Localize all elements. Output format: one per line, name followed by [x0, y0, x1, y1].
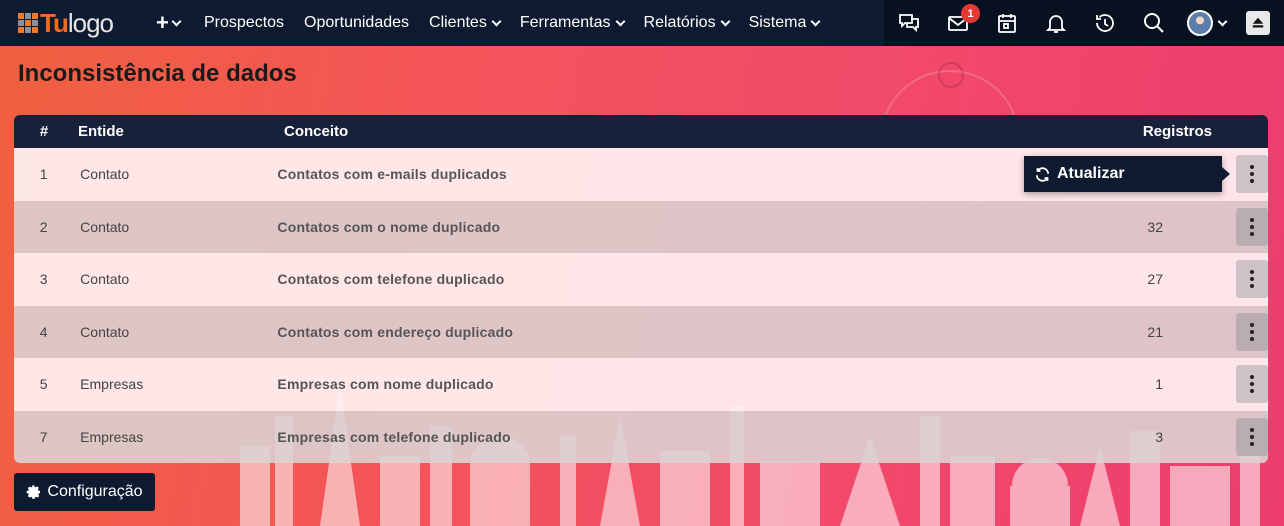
row-actions-button[interactable]: [1236, 260, 1268, 299]
logo-text-logo: logo: [67, 7, 114, 38]
row-number: 2: [39, 218, 48, 235]
logo-mark-icon: [18, 13, 38, 33]
chevron-down-icon: [810, 16, 821, 26]
mail-button[interactable]: 1: [933, 0, 982, 46]
refresh-label: Atualizar: [1057, 165, 1125, 182]
row-entity: Empresas: [80, 376, 144, 393]
mail-badge: 1: [961, 4, 980, 23]
plus-icon: +: [156, 10, 169, 35]
nav-item-clientes[interactable]: Clientes: [429, 14, 502, 32]
row-concept: Contatos com telefone duplicado: [277, 271, 505, 288]
row-number: 1: [39, 166, 48, 183]
row-actions-button[interactable]: [1236, 312, 1268, 351]
nav-item-label: Ferramentas: [519, 14, 611, 31]
row-concept: Empresas com telefone duplicado: [277, 428, 511, 445]
column-header-concept: Conceito: [284, 123, 349, 140]
chevron-down-icon: [720, 16, 731, 26]
row-actions-button[interactable]: [1236, 207, 1268, 246]
user-menu-button[interactable]: [1178, 0, 1234, 46]
nav-item-prospectos[interactable]: Prospectos: [204, 14, 284, 32]
page-title: Inconsistência de dados: [18, 60, 297, 87]
table-row: 5 Empresas Empresas com nome duplicado 1: [14, 358, 1268, 411]
row-number: 3: [39, 271, 48, 288]
kebab-icon: [1250, 375, 1254, 380]
nav-item-label: Prospectos: [204, 14, 285, 31]
nav-item-ferramentas[interactable]: Ferramentas: [519, 14, 625, 32]
table-row: 4 Contato Contatos com endereço duplicad…: [14, 305, 1268, 358]
table-row: 3 Contato Contatos com telefone duplicad…: [14, 253, 1268, 306]
row-actions-button[interactable]: [1236, 417, 1268, 456]
nav-item-label: Clientes: [429, 14, 487, 31]
row-number: 4: [39, 323, 48, 340]
configuration-label: Configuração: [47, 483, 143, 500]
row-concept: Contatos com o nome duplicado: [277, 218, 501, 235]
row-entity: Contato: [80, 218, 130, 235]
chevron-down-icon: [171, 16, 182, 26]
nav-item-label: Oportunidades: [304, 14, 410, 31]
column-header-entity: Entide: [78, 123, 124, 140]
row-actions-button[interactable]: [1236, 155, 1268, 194]
row-entity: Contato: [80, 166, 130, 183]
column-header-records: Registros: [1142, 123, 1212, 140]
collapse-header-button[interactable]: [1246, 11, 1270, 35]
row-records: 1: [1155, 376, 1163, 393]
chevron-down-icon: [615, 16, 625, 26]
chat-bubbles-icon: [898, 14, 919, 33]
history-icon: [1095, 14, 1114, 32]
table-header: # Entide Conceito Registros: [14, 115, 1268, 148]
calendar-button[interactable]: [982, 0, 1031, 46]
nav-item-label: Sistema: [748, 14, 807, 31]
table-row: 7 Empresas Empresas com telefone duplica…: [14, 410, 1268, 463]
table-row: 2 Contato Contatos com o nome duplicado …: [14, 200, 1268, 253]
row-number: 7: [39, 428, 48, 445]
chevron-down-icon: [1217, 16, 1227, 26]
row-concept: Contatos com e-mails duplicados: [277, 166, 507, 183]
gear-icon: [27, 485, 41, 499]
history-button[interactable]: [1080, 0, 1129, 46]
kebab-icon: [1250, 165, 1254, 170]
row-records: 3: [1155, 428, 1163, 445]
row-entity: Contato: [80, 323, 130, 340]
kebab-icon: [1250, 322, 1254, 327]
row-concept: Empresas com nome duplicado: [277, 376, 494, 393]
row-concept: Contatos com endereço duplicado: [277, 323, 514, 340]
configuration-button[interactable]: Configuração: [14, 473, 155, 511]
nav-item-sistema[interactable]: Sistema: [748, 14, 821, 32]
row-number: 5: [39, 376, 48, 393]
row-entity: Contato: [80, 271, 130, 288]
kebab-icon: [1250, 217, 1254, 222]
refresh-icon: [1035, 166, 1050, 182]
logo-text-tu: Tu: [40, 7, 69, 38]
row-records: 21: [1147, 323, 1163, 340]
top-navbar: Tu logo + Prospectos Oportunidades Clien…: [0, 0, 1284, 46]
row-actions-button[interactable]: [1236, 365, 1268, 404]
kebab-icon: [1250, 270, 1254, 275]
nav-item-oportunidades[interactable]: Oportunidades: [304, 14, 409, 32]
row-entity: Empresas: [80, 428, 144, 445]
quick-add-button[interactable]: +: [156, 10, 192, 36]
kebab-icon: [1250, 427, 1254, 432]
bell-icon: [1045, 15, 1066, 33]
chevron-down-icon: [491, 16, 502, 26]
notifications-button[interactable]: [1031, 0, 1080, 46]
main-menu: Prospectos Oportunidades Clientes Ferram…: [204, 14, 839, 32]
search-button[interactable]: [1129, 0, 1178, 46]
row-records: 32: [1147, 218, 1163, 235]
chat-button[interactable]: [884, 0, 933, 46]
avatar: [1186, 10, 1213, 36]
eject-up-icon: [1252, 17, 1264, 28]
navbar-actions: 1: [884, 0, 1284, 46]
search-icon: [1143, 13, 1164, 33]
app-logo[interactable]: Tu logo: [18, 0, 146, 46]
refresh-menu-item[interactable]: Atualizar: [1024, 156, 1230, 192]
row-records: 27: [1147, 271, 1163, 288]
nav-item-relatorios[interactable]: Relatórios: [643, 14, 731, 32]
column-header-number: #: [39, 123, 49, 140]
decorative-circle-small: [938, 62, 964, 88]
calendar-icon: [997, 14, 1016, 33]
nav-item-label: Relatórios: [643, 14, 716, 31]
